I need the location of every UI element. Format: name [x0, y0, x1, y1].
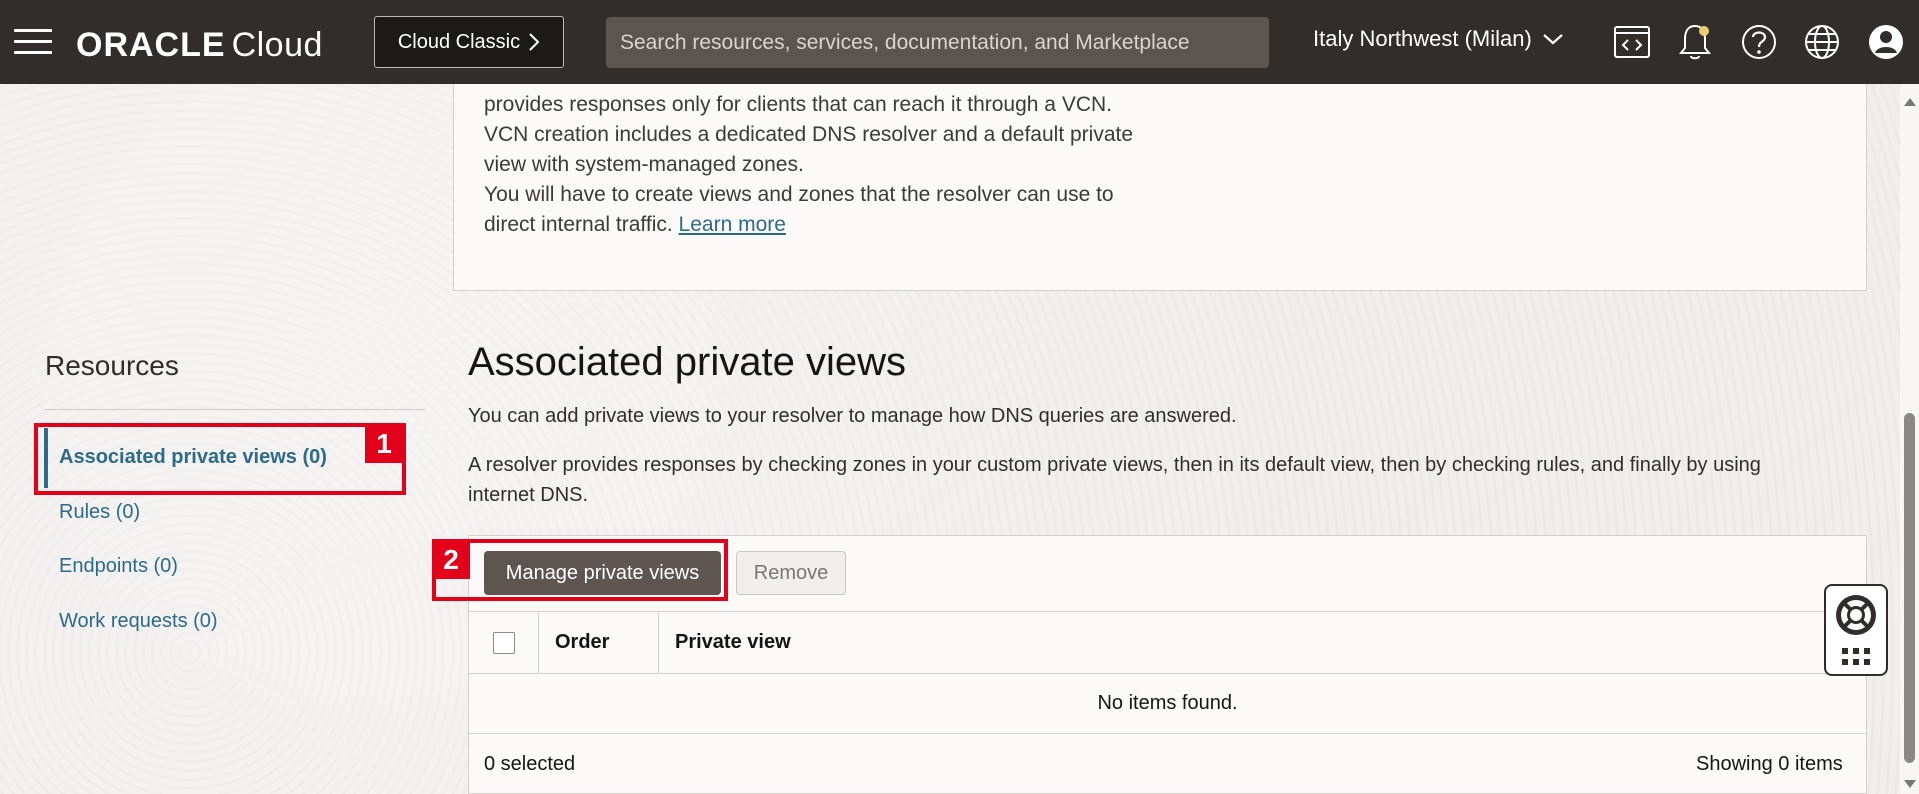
- showing-count: Showing 0 items: [1696, 753, 1843, 775]
- selected-count: 0 selected: [484, 753, 576, 775]
- resources-divider: [45, 409, 425, 410]
- user-profile-icon[interactable]: [1866, 22, 1906, 62]
- cloud-classic-button[interactable]: Cloud Classic: [374, 16, 564, 68]
- column-header-private-view[interactable]: Private view: [659, 612, 791, 673]
- brand-oracle-text: ORACLE: [76, 26, 226, 64]
- chevron-right-icon: [529, 33, 540, 51]
- help-widget[interactable]: [1824, 584, 1888, 676]
- annotation-number-2: 2: [432, 541, 470, 579]
- explanation-line: A resolver provides responses by checkin…: [468, 454, 1761, 476]
- region-selector[interactable]: Italy Northwest (Milan): [1313, 26, 1564, 52]
- cloud-classic-label: Cloud Classic: [397, 30, 521, 53]
- annotation-box-2: [432, 539, 728, 601]
- scrollbar-thumb[interactable]: [1904, 413, 1915, 763]
- chevron-down-icon: [1543, 34, 1563, 45]
- resolver-explanation: A resolver provides responses by checkin…: [468, 450, 1868, 510]
- scroll-down-arrow-icon[interactable]: [1904, 780, 1916, 788]
- page-title: Associated private views: [468, 340, 906, 384]
- remove-button: Remove: [736, 551, 846, 595]
- annotation-number-1: 1: [365, 425, 403, 463]
- brand-cloud-text: Cloud: [231, 26, 323, 64]
- select-all-checkbox[interactable]: [492, 631, 515, 654]
- help-icon[interactable]: [1739, 22, 1779, 62]
- hamburger-menu-icon[interactable]: [14, 29, 52, 55]
- resources-heading: Resources: [45, 350, 179, 381]
- select-all-cell: [469, 612, 539, 673]
- code-editor-icon[interactable]: [1612, 22, 1652, 62]
- info-line: view with system-managed zones.: [484, 153, 804, 176]
- sidebar-item-rules[interactable]: Rules (0): [59, 501, 140, 524]
- annotation-box-1: [34, 423, 406, 495]
- sidebar-item-endpoints[interactable]: Endpoints (0): [59, 555, 178, 578]
- search-input[interactable]: [606, 17, 1269, 68]
- explanation-line: internet DNS.: [468, 484, 589, 506]
- info-line: direct internal traffic.: [484, 213, 673, 236]
- region-label: Italy Northwest (Milan): [1313, 26, 1532, 51]
- top-navigation-bar: ORACLECloud Cloud Classic Italy Northwes…: [0, 0, 1919, 84]
- oracle-cloud-logo[interactable]: ORACLE Cloud: [76, 26, 323, 65]
- empty-table-message: No items found.: [469, 673, 1866, 734]
- column-header-order[interactable]: Order: [539, 612, 659, 673]
- sidebar-item-work-requests[interactable]: Work requests (0): [59, 610, 218, 633]
- resolver-info-card: provides responses only for clients that…: [453, 70, 1867, 291]
- lifebuoy-icon: [1836, 595, 1876, 635]
- info-line: VCN creation includes a dedicated DNS re…: [484, 123, 1134, 146]
- section-description: You can add private views to your resolv…: [468, 405, 1237, 427]
- vertical-scrollbar[interactable]: [1900, 84, 1919, 794]
- resolver-info-text: provides responses only for clients that…: [484, 90, 1144, 240]
- notifications-bell-icon[interactable]: [1675, 22, 1715, 62]
- scroll-up-arrow-icon[interactable]: [1904, 98, 1916, 106]
- info-line: You will have to create views and zones …: [484, 183, 1114, 206]
- grid-menu-icon: [1842, 648, 1870, 665]
- table-header: Order Private view: [469, 611, 1866, 674]
- learn-more-link[interactable]: Learn more: [679, 213, 786, 236]
- info-line: provides responses only for clients that…: [484, 93, 1112, 116]
- language-globe-icon[interactable]: [1802, 22, 1842, 62]
